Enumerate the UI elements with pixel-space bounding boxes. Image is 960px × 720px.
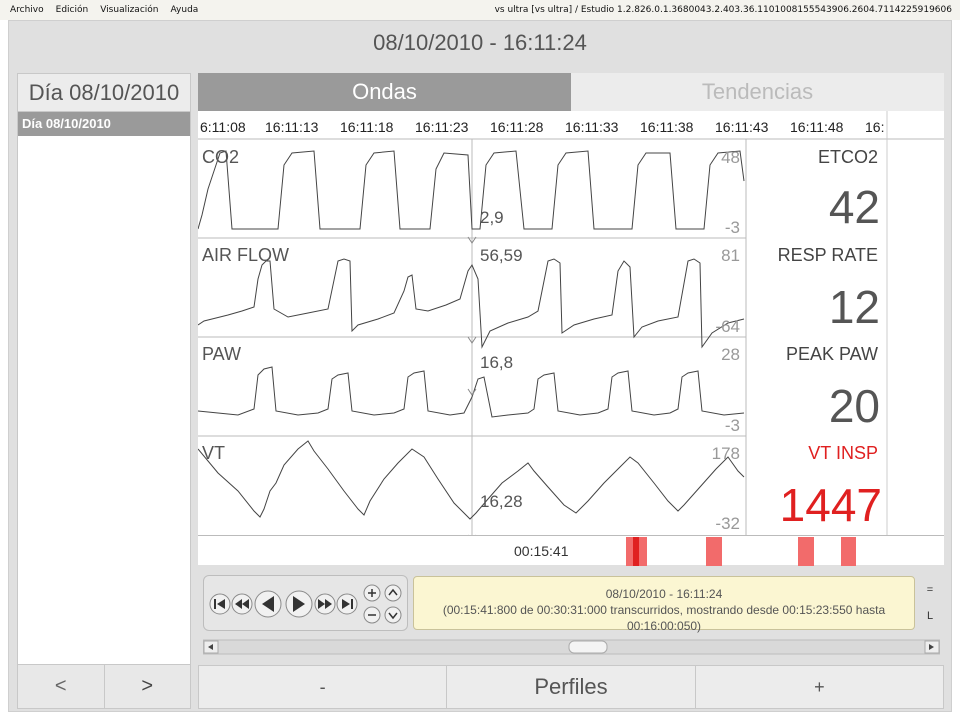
- lock-button[interactable]: L: [921, 603, 939, 629]
- alarm-marker[interactable]: [706, 537, 722, 566]
- vt-scale-max: 178: [712, 444, 740, 463]
- etco2-value: 42: [829, 181, 880, 233]
- time-tick: 16:11:43: [715, 119, 769, 135]
- paw-waveform: [198, 366, 745, 418]
- menu-visualizacion[interactable]: Visualización: [94, 5, 164, 15]
- window-title: vs ultra [vs ultra] / Estudio 1.2.826.0.…: [494, 5, 952, 15]
- layout-button[interactable]: =: [921, 577, 939, 603]
- day-nav: < >: [18, 664, 190, 708]
- time-tick: 16:11:48: [790, 119, 844, 135]
- peak-paw-value: 20: [829, 380, 880, 432]
- skip-start-icon[interactable]: [209, 593, 231, 615]
- time-tick: 16:11:23: [415, 119, 469, 135]
- vt-insp-value: 1447: [780, 479, 882, 531]
- alarm-marker[interactable]: [798, 537, 814, 566]
- time-tick: 16:11:18: [340, 119, 394, 135]
- airflow-label: AIR FLOW: [202, 245, 289, 265]
- play-back-icon[interactable]: [254, 590, 282, 618]
- vt-cursor-value: 16,28: [480, 492, 523, 511]
- time-tick: 16:11:13: [265, 119, 319, 135]
- menu-edicion[interactable]: Edición: [50, 5, 95, 15]
- profile-next-button[interactable]: +: [694, 666, 943, 708]
- paw-scale-min: -3: [725, 416, 740, 435]
- playback-controls: [203, 575, 408, 631]
- profile-prev-button[interactable]: -: [199, 666, 446, 708]
- airflow-scale-min: -64: [715, 317, 740, 336]
- menu-ayuda[interactable]: Ayuda: [165, 5, 205, 15]
- skip-end-icon[interactable]: [336, 593, 358, 615]
- playback-info: 08/10/2010 - 16:11:24 (00:15:41:800 de 0…: [413, 576, 915, 633]
- co2-label: CO2: [202, 147, 239, 167]
- vt-scale-min: -32: [715, 514, 740, 533]
- day-list-item[interactable]: Día 08/10/2010: [18, 112, 190, 136]
- resp-rate-label: RESP RATE: [778, 245, 878, 265]
- time-tick: 6:11:08: [200, 119, 246, 135]
- play-icon[interactable]: [285, 590, 313, 618]
- time-tick: 16:11:33: [565, 119, 619, 135]
- co2-cursor-value: 2,9: [480, 208, 504, 227]
- info-elapsed: (00:15:41:800 de 00:30:31:000 transcurri…: [442, 603, 886, 633]
- fast-forward-icon[interactable]: [314, 593, 336, 615]
- time-axis: 6:11:08 16:11:13 16:11:18 16:11:23 16:11…: [200, 119, 884, 135]
- vt-insp-label: VT INSP: [808, 443, 878, 463]
- resp-rate-value: 12: [829, 281, 880, 333]
- time-scrollbar[interactable]: [202, 639, 941, 655]
- time-tick: 16:11:38: [640, 119, 694, 135]
- time-tick: 16:11:28: [490, 119, 544, 135]
- airflow-waveform: [198, 258, 745, 349]
- prev-day-button[interactable]: <: [18, 665, 104, 708]
- paw-cursor-value: 16,8: [480, 353, 513, 372]
- view-tabs: Ondas Tendencias: [198, 73, 944, 111]
- paw-scale-max: 28: [721, 345, 740, 364]
- fast-rewind-icon[interactable]: [231, 593, 253, 615]
- event-timeline[interactable]: 00:15:41: [198, 535, 944, 566]
- co2-scale-max: 48: [721, 148, 740, 167]
- airflow-cursor-value: 56,59: [480, 246, 523, 265]
- paw-label: PAW: [202, 344, 241, 364]
- menu-bar: Archivo Edición Visualización Ayuda vs u…: [0, 0, 960, 20]
- tab-tendencias[interactable]: Tendencias: [571, 73, 944, 111]
- peak-paw-label: PEAK PAW: [786, 344, 878, 364]
- tab-ondas[interactable]: Ondas: [198, 73, 571, 111]
- zoom-out-icon[interactable]: [363, 606, 381, 624]
- co2-waveform: [198, 150, 745, 230]
- page-title: 08/10/2010 - 16:11:24: [373, 30, 587, 55]
- scroll-thumb[interactable]: [568, 640, 608, 654]
- scale-up-icon[interactable]: [384, 584, 402, 602]
- scroll-left-icon[interactable]: [203, 640, 219, 654]
- menu-archivo[interactable]: Archivo: [0, 5, 50, 15]
- airflow-scale-max: 81: [721, 246, 740, 265]
- time-tick: 16:: [865, 119, 884, 135]
- next-day-button[interactable]: >: [103, 665, 191, 708]
- etco2-label: ETCO2: [818, 147, 878, 167]
- main-frame: 08/10/2010 - 16:11:24 Día 08/10/2010 Día…: [8, 20, 952, 712]
- waveform-area[interactable]: 6:11:08 16:11:13 16:11:18 16:11:23 16:11…: [198, 111, 944, 535]
- alarm-marker[interactable]: [841, 537, 856, 566]
- co2-scale-min: -3: [725, 218, 740, 237]
- elapsed-time: 00:15:41: [514, 543, 569, 559]
- scale-down-icon[interactable]: [384, 606, 402, 624]
- profiles-bar: - Perfiles +: [198, 665, 944, 709]
- profiles-button[interactable]: Perfiles: [446, 666, 694, 708]
- vt-label: VT: [202, 443, 225, 463]
- day-panel-title: Día 08/10/2010: [18, 74, 190, 112]
- vt-waveform: [198, 440, 745, 520]
- scroll-right-icon[interactable]: [924, 640, 940, 654]
- zoom-in-icon[interactable]: [363, 584, 381, 602]
- info-datetime: 08/10/2010 - 16:11:24: [605, 587, 723, 601]
- side-buttons: = L: [921, 577, 939, 629]
- day-panel: Día 08/10/2010 Día 08/10/2010 < >: [17, 73, 191, 709]
